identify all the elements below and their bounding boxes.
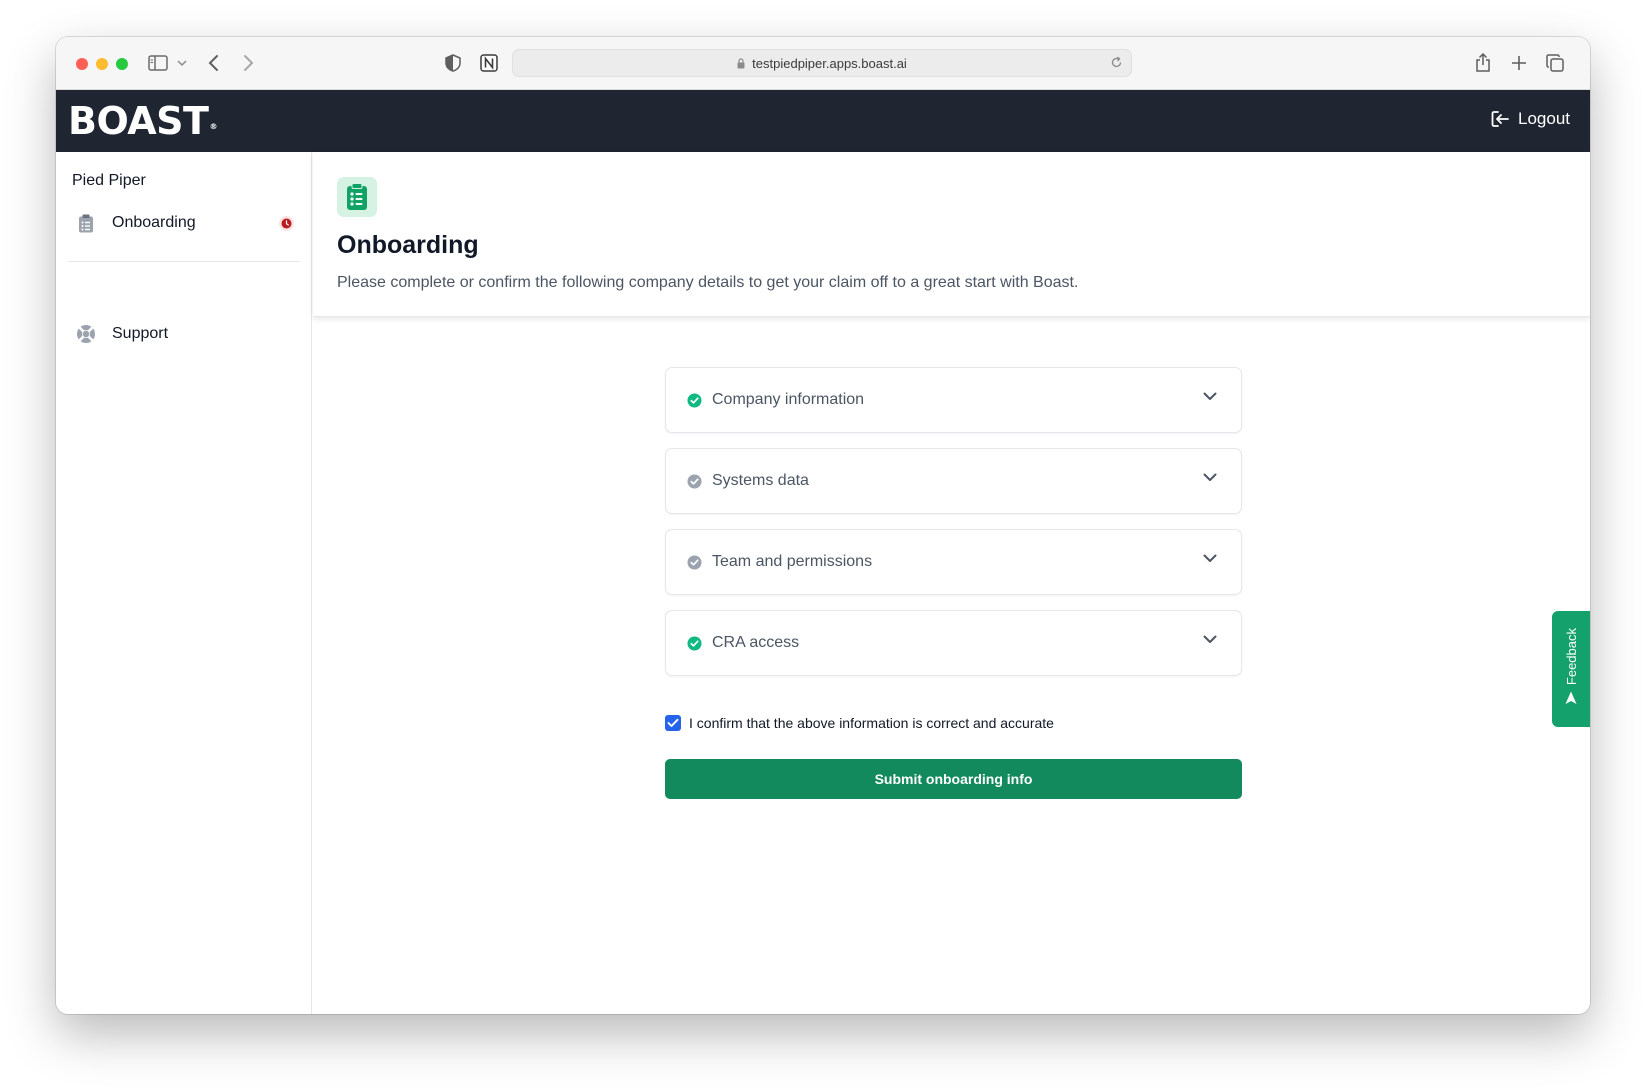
sidebar-item-label: Onboarding — [112, 214, 196, 231]
pending-clock-icon — [279, 216, 294, 231]
page-header: Onboarding Please complete or confirm th… — [313, 152, 1590, 317]
section-company-information[interactable]: Company information — [665, 367, 1242, 433]
app-header: BOAST® Logout — [56, 90, 1590, 152]
check-complete-icon — [687, 393, 702, 408]
lifebuoy-icon — [72, 324, 100, 344]
check-incomplete-icon — [687, 474, 702, 489]
lock-icon — [737, 57, 745, 69]
sidebar: Pied Piper Onboarding Support — [56, 152, 312, 1014]
new-tab-icon[interactable] — [1511, 51, 1527, 75]
confirm-checkbox[interactable] — [665, 715, 681, 731]
onboarding-sections: Company information Systems data Team an… — [665, 367, 1242, 691]
section-label: Team and permissions — [712, 553, 873, 570]
sidebar-item-label: Support — [112, 325, 169, 342]
check-incomplete-icon — [687, 555, 702, 570]
page-title: Onboarding — [337, 231, 479, 259]
forward-icon[interactable] — [242, 51, 254, 75]
section-cra-access[interactable]: CRA access — [665, 610, 1242, 676]
confirm-label[interactable]: I confirm that the above information is … — [689, 715, 1054, 731]
notion-extension-icon[interactable] — [480, 51, 498, 75]
share-icon[interactable] — [1475, 51, 1491, 75]
sidebar-item-onboarding[interactable]: Onboarding — [72, 209, 296, 237]
page-subtitle: Please complete or confirm the following… — [337, 274, 1079, 291]
chevron-down-icon[interactable] — [1203, 473, 1217, 482]
sidebar-item-support[interactable]: Support — [72, 320, 296, 348]
clipboard-list-icon — [337, 177, 377, 217]
feedback-tab[interactable]: Feedback — [1552, 611, 1590, 727]
address-bar[interactable]: testpiedpiper.apps.boast.ai — [512, 49, 1132, 77]
browser-toolbar: testpiedpiper.apps.boast.ai — [56, 37, 1590, 90]
chevron-down-icon[interactable] — [1203, 554, 1217, 563]
back-icon[interactable] — [208, 51, 220, 75]
confirm-row: I confirm that the above information is … — [665, 715, 1054, 731]
logout-label: Logout — [1518, 109, 1570, 128]
company-name: Pied Piper — [72, 172, 146, 189]
browser-window: testpiedpiper.apps.boast.ai BOAST® Logou… — [56, 37, 1590, 1014]
sidebar-divider — [68, 261, 300, 262]
clipboard-list-icon — [72, 214, 100, 233]
tab-overview-icon[interactable] — [1546, 51, 1564, 75]
submit-onboarding-button[interactable]: Submit onboarding info — [665, 759, 1242, 799]
section-label: Systems data — [712, 472, 809, 489]
section-team-and-permissions[interactable]: Team and permissions — [665, 529, 1242, 595]
minimize-window-button[interactable] — [96, 58, 108, 70]
chevron-down-icon[interactable] — [1203, 635, 1217, 644]
send-arrow-icon — [1565, 691, 1577, 710]
chevron-down-icon[interactable] — [177, 51, 187, 75]
feedback-label: Feedback — [1563, 627, 1579, 686]
boast-logo[interactable]: BOAST® — [68, 100, 217, 142]
logout-icon — [1490, 109, 1510, 129]
privacy-shield-icon[interactable] — [445, 51, 461, 75]
reload-icon[interactable] — [1110, 56, 1123, 69]
close-window-button[interactable] — [76, 58, 88, 70]
zoom-window-button[interactable] — [116, 58, 128, 70]
section-label: CRA access — [712, 634, 800, 651]
logout-button[interactable]: Logout — [1490, 109, 1570, 129]
section-label: Company information — [712, 391, 865, 408]
url-text: testpiedpiper.apps.boast.ai — [752, 55, 907, 71]
check-complete-icon — [687, 636, 702, 651]
section-systems-data[interactable]: Systems data — [665, 448, 1242, 514]
chevron-down-icon[interactable] — [1203, 392, 1217, 401]
main-content: Onboarding Please complete or confirm th… — [313, 152, 1590, 1014]
sidebar-toggle-icon[interactable] — [148, 51, 168, 75]
